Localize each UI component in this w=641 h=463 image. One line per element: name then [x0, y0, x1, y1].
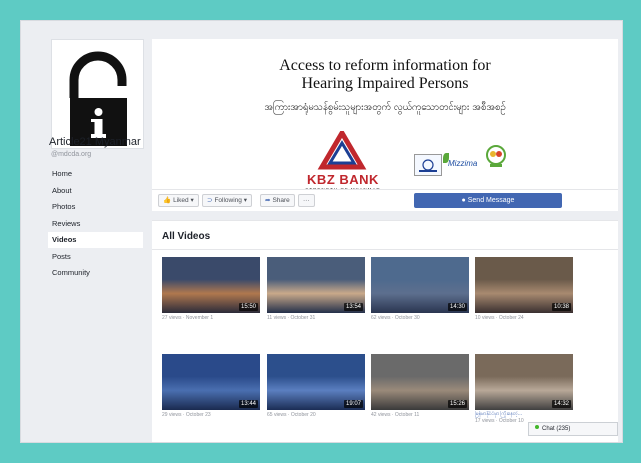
video-meta: 65 views · October 20	[267, 412, 316, 418]
video-card[interactable]: 14:30 62 views · October 30	[371, 257, 469, 321]
send-message-button[interactable]: ● Send Message	[414, 193, 562, 208]
following-label: Following	[214, 197, 242, 204]
video-duration: 10:38	[551, 303, 571, 311]
video-card[interactable]: 15:50 27 views · November 1	[162, 257, 260, 321]
nav-item-videos[interactable]: Videos	[48, 232, 143, 248]
facebook-page: Article21 Myanmar @mdcda.org Home About …	[20, 20, 623, 443]
share-label: Share	[272, 197, 290, 204]
video-card[interactable]: 19:07 65 views · October 20	[267, 354, 365, 418]
cover-title-line1: Access to reform information for	[279, 57, 491, 74]
more-button[interactable]: ···	[298, 194, 315, 207]
video-thumbnail[interactable]: 14:30	[371, 257, 469, 313]
liked-label: Liked	[173, 197, 189, 204]
video-meta: 42 views · October 11	[371, 412, 420, 418]
nav-item-community[interactable]: Community	[48, 265, 143, 281]
sponsor-name: KBZ BANK	[307, 172, 379, 187]
cover-subtitle: အကြားအာရုံမသန်စွမ်းသူများအတွက် လွယ်ကူသော…	[264, 102, 506, 113]
video-thumbnail[interactable]: 10:38	[475, 257, 573, 313]
video-card[interactable]: 10:38 10 views · October 24	[475, 257, 573, 321]
partner-logo-icon	[414, 154, 442, 176]
nav-item-about[interactable]: About	[48, 183, 143, 199]
video-thumbnail[interactable]: 13:44	[162, 354, 260, 410]
page-name[interactable]: Article21 Myanmar	[49, 136, 141, 148]
video-meta: 27 views · November 1	[162, 315, 214, 321]
all-videos-section: All Videos 15:50 27 views · November 1 13:…	[152, 220, 618, 442]
video-card[interactable]: 13:44 29 views · October 23	[162, 354, 260, 418]
nav-item-posts[interactable]: Posts	[48, 249, 143, 265]
video-duration: 19:07	[343, 400, 363, 408]
video-meta: 11 views · October 31	[267, 315, 316, 321]
video-meta: 10 views · October 24	[475, 315, 524, 321]
lock-info-icon	[69, 51, 127, 146]
video-meta: 62 views · October 30	[371, 315, 420, 321]
nav-item-photos[interactable]: Photos	[48, 199, 143, 215]
chat-label: Chat (235)	[542, 426, 571, 432]
video-card[interactable]: 14:32 မြန်မာနိုင်ငံမှာ ကြိုးနေတဲ့... 17 vi…	[475, 354, 573, 424]
nav-item-reviews[interactable]: Reviews	[48, 216, 143, 232]
video-thumbnail[interactable]: 14:32	[475, 354, 573, 410]
video-duration: 15:50	[238, 303, 258, 311]
rss-icon: ⊃	[207, 197, 213, 204]
share-button[interactable]: ➦ Share	[260, 194, 295, 207]
liked-button[interactable]: 👍 Liked ▾	[158, 194, 199, 207]
cover-title: Access to reform information for Hearing…	[152, 57, 618, 93]
profile-picture[interactable]	[51, 39, 144, 149]
video-duration: 13:54	[343, 303, 363, 311]
page-nav: Home About Photos Reviews Videos Posts C…	[48, 166, 143, 282]
video-caption[interactable]: မြန်မာနိုင်ငံမှာ ကြိုးနေတဲ့...	[475, 411, 573, 418]
video-duration: 15:26	[447, 400, 467, 408]
video-card[interactable]: 15:26 42 views · October 11	[371, 354, 469, 418]
cover-photo: Access to reform information for Hearing…	[152, 39, 618, 192]
nav-item-home[interactable]: Home	[48, 166, 143, 182]
chat-tab[interactable]: Chat (235)	[528, 422, 618, 436]
lotus-logo-icon	[486, 145, 506, 167]
thumbs-up-icon: 👍	[163, 197, 172, 204]
page-action-bar: 👍 Liked ▾ ⊃ Following ▾ ➦ Share ··· ● Send …	[152, 189, 618, 211]
online-dot-icon	[535, 425, 539, 429]
video-thumbnail[interactable]: 19:07	[267, 354, 365, 410]
mizzima-logo: Mizzima	[448, 159, 478, 168]
divider	[152, 249, 618, 250]
video-thumbnail[interactable]: 13:54	[267, 257, 365, 313]
share-icon: ➦	[265, 197, 271, 204]
page-handle[interactable]: @mdcda.org	[51, 151, 91, 158]
video-card[interactable]: 13:54 11 views · October 31	[267, 257, 365, 321]
videos-title: All Videos	[162, 231, 211, 242]
video-duration: 14:30	[447, 303, 467, 311]
following-button[interactable]: ⊃ Following ▾	[202, 194, 252, 207]
video-thumbnail[interactable]: 15:26	[371, 354, 469, 410]
messenger-icon: ●	[461, 197, 466, 204]
video-duration: 14:32	[551, 400, 571, 408]
send-message-label: Send Message	[467, 197, 515, 204]
video-duration: 13:44	[238, 400, 258, 408]
video-meta: 29 views · October 23	[162, 412, 211, 418]
video-thumbnail[interactable]: 15:50	[162, 257, 260, 313]
cover-title-line2: Hearing Impaired Persons	[301, 75, 469, 92]
